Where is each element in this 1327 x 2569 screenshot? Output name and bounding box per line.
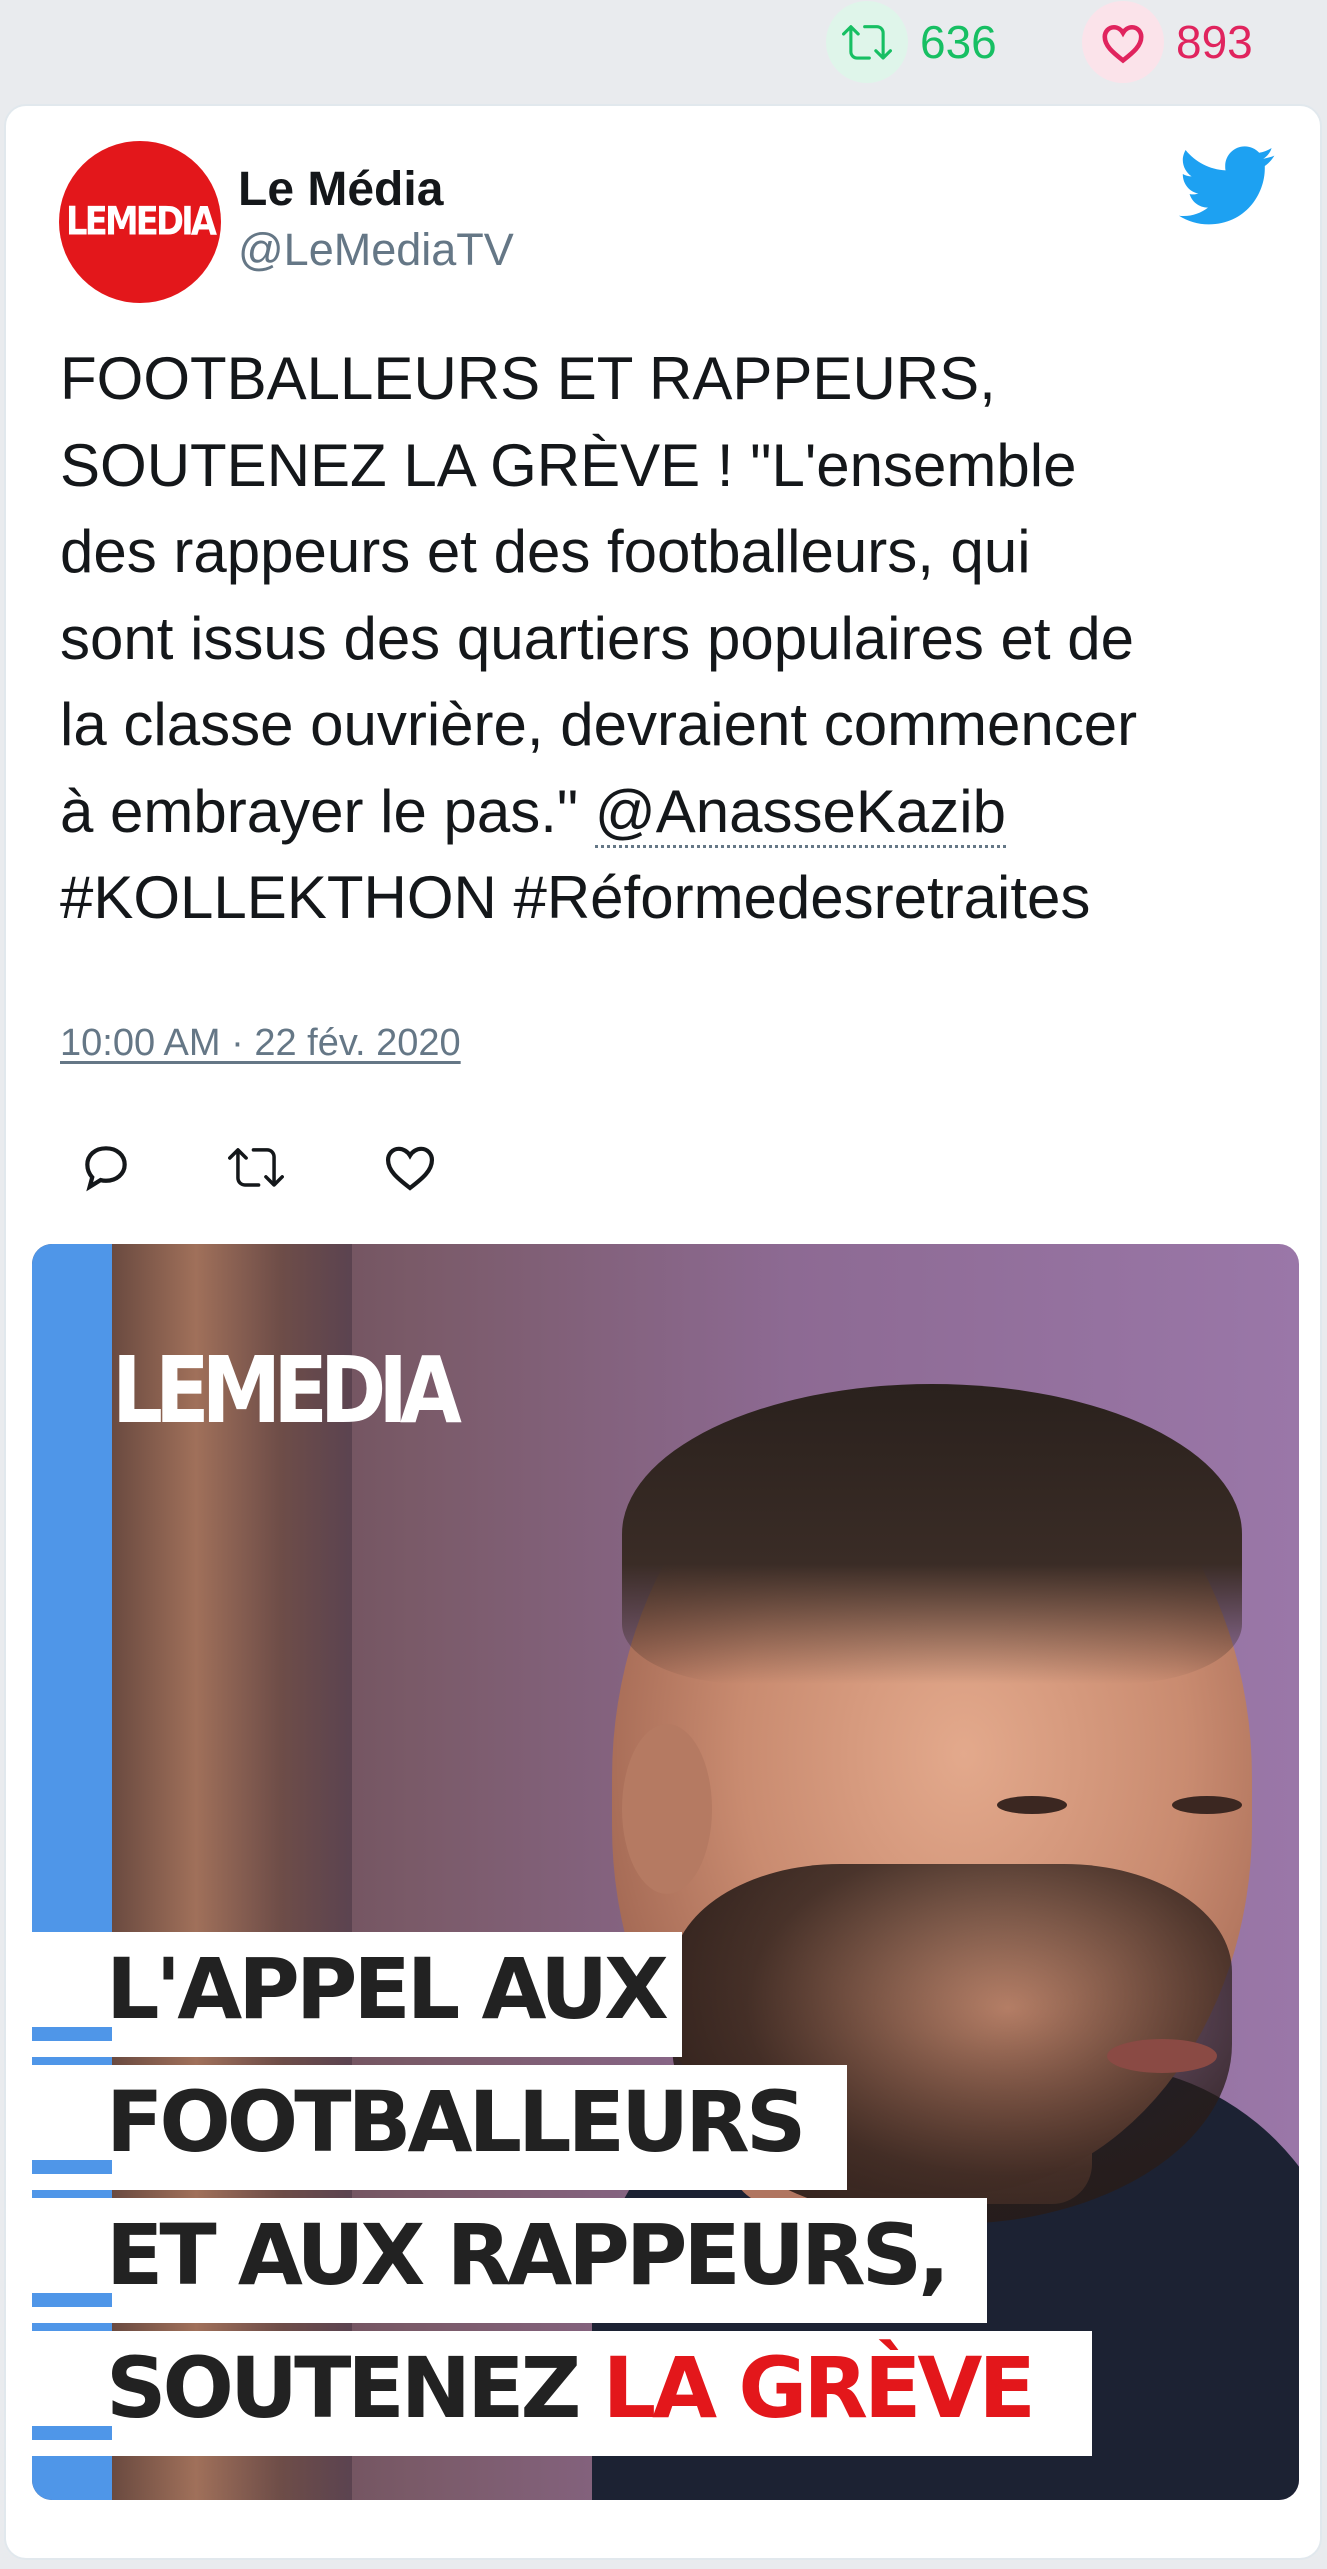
caption-text: FOOTBALLEURS	[106, 2073, 806, 2171]
hashtags[interactable]: #KOLLEKTHON #Réformedesretraites	[60, 855, 1290, 942]
author-handle[interactable]: @LeMediaTV	[238, 224, 514, 276]
author-name[interactable]: Le Média	[238, 162, 443, 217]
reply-icon[interactable]	[78, 1139, 134, 1195]
avatar-logo: LEMEDIA	[65, 199, 217, 245]
heart-icon[interactable]	[1082, 1, 1164, 83]
caption-text: L'APPEL AUX	[106, 1940, 669, 2038]
retweet-count: 636	[920, 16, 997, 68]
tweet-media-image[interactable]: LEMEDIA L'APPEL AUX FOOTBALLEURS ET AUX …	[32, 1244, 1299, 2500]
caption-accent	[32, 2293, 112, 2307]
tweet-card: LEMEDIA Le Média @LeMediaTV FOOTBALLEURS…	[4, 104, 1322, 2560]
avatar[interactable]: LEMEDIA	[59, 141, 221, 303]
tweet-line: la classe ouvrière, devraient commencer	[60, 691, 1138, 758]
caption-line: FOOTBALLEURS	[32, 2065, 1132, 2190]
tweet-line: à embrayer le pas." @AnasseKazib	[60, 769, 1290, 856]
caption-accent	[32, 2426, 112, 2440]
caption-accent	[32, 2027, 112, 2041]
person-eye	[997, 1796, 1067, 1814]
tweet-line: des rappeurs et des footballeurs, qui	[60, 518, 1031, 585]
like-stat[interactable]: 893	[1082, 0, 1253, 84]
image-caption: L'APPEL AUX FOOTBALLEURS ET AUX RAPPEURS…	[32, 1932, 1132, 2464]
mention-link[interactable]: @AnasseKazib	[594, 777, 1006, 848]
caption-accent	[32, 2160, 112, 2174]
caption-line: ET AUX RAPPEURS,	[32, 2198, 1132, 2323]
caption-text: SOUTENEZ LA GRÈVE	[106, 2339, 1036, 2437]
engagement-bar: 636 893	[0, 0, 1327, 100]
heart-icon[interactable]	[382, 1139, 438, 1195]
caption-line: L'APPEL AUX	[32, 1932, 1132, 2057]
person-ear	[622, 1724, 712, 1894]
caption-line: SOUTENEZ LA GRÈVE	[32, 2331, 1132, 2456]
retweet-icon[interactable]	[826, 1, 908, 83]
caption-text-red: LA GRÈVE	[602, 2339, 1036, 2437]
tweet-timestamp[interactable]: 10:00 AM · 22 fév. 2020	[60, 1022, 461, 1065]
person-eye	[1172, 1796, 1242, 1814]
tweet-line: FOOTBALLEURS ET RAPPEURS,	[60, 345, 996, 412]
caption-text: ET AUX RAPPEURS,	[106, 2206, 950, 2304]
retweet-icon[interactable]	[228, 1139, 284, 1195]
caption-text-black: SOUTENEZ	[106, 2339, 603, 2437]
person-hair	[622, 1384, 1242, 1684]
media-logo: LEMEDIA	[112, 1337, 462, 1444]
tweet-line: sont issus des quartiers populaires et d…	[60, 604, 1134, 672]
like-count: 893	[1176, 16, 1253, 68]
twitter-bird-icon[interactable]	[1178, 146, 1278, 226]
retweet-stat[interactable]: 636	[826, 0, 997, 84]
tweet-text: FOOTBALLEURS ET RAPPEURS, SOUTENEZ LA GR…	[60, 336, 1290, 942]
tweet-line: SOUTENEZ LA GRÈVE ! "L'ensemble	[60, 431, 1077, 499]
tweet-line-text: à embrayer le pas."	[60, 777, 595, 845]
